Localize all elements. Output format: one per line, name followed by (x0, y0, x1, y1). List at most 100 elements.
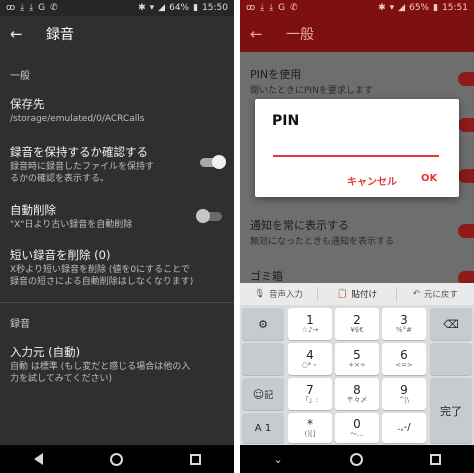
undo-icon: ↶ (412, 289, 420, 299)
nav-home-icon[interactable] (109, 452, 123, 466)
pref-summary: 開いたときにPINを要求します (250, 86, 373, 96)
pref-summary: /storage/emulated/0/ACRCalls (10, 114, 145, 124)
clipboard-icon: 📋 (336, 289, 348, 299)
download-icon: ⤓ (269, 3, 274, 13)
key-8[interactable]: 8 〒々〆 (335, 378, 379, 410)
battery-icon: ▮ (193, 3, 199, 13)
voicemail-icon: ꝏ (6, 3, 16, 13)
key-0[interactable]: 0 〜… (335, 413, 379, 443)
clock: 15:51 (442, 3, 468, 13)
section-header-recording: 録音 (10, 319, 30, 330)
confirm-keep-toggle[interactable] (200, 155, 226, 169)
auto-delete-toggle[interactable] (196, 209, 222, 223)
pref-summary: 自動 は標準 (もし変だと感じる場合は他の入 力を試してみてください) (10, 362, 191, 384)
keyboard-toolbar: 🎙 音声入力 📋 貼付け ↶ 元に戻す (240, 283, 474, 305)
voicemail-icon: ꝏ (246, 3, 256, 13)
pref-use-pin[interactable]: PINを使用 開いたときにPINを要求します (250, 66, 373, 96)
pref-input-source[interactable]: 入力元 (自動) 自動 は標準 (もし変だと感じる場合は他の入 力を試してみてくだ… (0, 344, 234, 385)
mic-icon: 🎙 (254, 289, 266, 299)
pref-summary: 無効になったときも通知を表示する (250, 237, 395, 247)
app-bar: ← 録音 (0, 16, 234, 52)
key-star[interactable]: *()[] (288, 413, 332, 443)
battery-percent: 64% (169, 3, 190, 13)
key-5[interactable]: 5 +×÷ (335, 343, 379, 375)
pref-trash[interactable]: ゴミ箱 (250, 268, 283, 284)
left-screen: ꝏ ⤓ ⤓ G ✆ ✱ ▾ ◢ 64% ▮ 15:50 ← 録音 一般 保存先 … (0, 0, 234, 473)
section-header-general: 一般 (10, 71, 30, 82)
page-title: 一般 (286, 27, 314, 43)
nav-recents-icon[interactable] (189, 453, 201, 465)
mode-switch-key[interactable]: A 1 (242, 413, 284, 443)
back-arrow-icon[interactable]: ← (250, 25, 274, 43)
pref-title: 入力元 (自動) (10, 345, 81, 359)
nav-recents-icon[interactable] (429, 453, 441, 465)
pref-title: ゴミ箱 (250, 270, 283, 283)
back-arrow-icon[interactable]: ← (10, 25, 34, 43)
toggle[interactable] (458, 118, 474, 132)
status-bar: ꝏ ⤓ ⤓ G ✆ ✱ ▾ ◢ 65% ▮ 15:51 (240, 0, 474, 16)
key-punctuation[interactable]: .,-/ (382, 413, 426, 443)
cancel-button[interactable]: キャンセル (347, 173, 397, 188)
done-key[interactable]: 完了 (430, 378, 472, 443)
pin-dialog: PIN キャンセル OK (255, 99, 459, 197)
pref-auto-delete[interactable]: 自動削除 "X"日より古い録音を自動削除 (0, 202, 234, 231)
key-3[interactable]: 3 %°# (382, 308, 426, 340)
phone-icon: ✆ (290, 3, 298, 13)
ok-button[interactable]: OK (421, 173, 437, 184)
pref-title: 短い録音を削除 (0) (10, 248, 111, 262)
wifi-icon: ▾ (149, 3, 155, 13)
pref-title: PINを使用 (250, 68, 302, 81)
notify-toggle[interactable] (458, 224, 474, 238)
signal-icon: ◢ (158, 3, 166, 13)
paste-button[interactable]: 📋 貼付け (318, 288, 395, 300)
key-2[interactable]: 2 ¥$€ (335, 308, 379, 340)
pin-toggle[interactable] (458, 72, 474, 86)
hide-keyboard-icon[interactable]: ⌄ (273, 453, 282, 466)
battery-percent: 65% (409, 3, 430, 13)
signal-icon: ◢ (398, 3, 406, 13)
[interactable] (242, 343, 284, 375)
key-9[interactable]: 9 ^|\ (382, 378, 426, 410)
numeric-keyboard: ⚙ ☺記 A 1 1 ☆♪→ 2 ¥$€ 3 %°# 4 ○*・ 5 +×÷ 6 <=> 7… (240, 305, 474, 445)
dialog-title: PIN (272, 113, 300, 129)
emoji-key[interactable]: ☺記 (242, 378, 284, 410)
key-6[interactable]: 6 <=> (382, 343, 426, 375)
battery-icon: ▮ (433, 3, 439, 13)
gear-icon: ⚙ (258, 317, 268, 331)
undo-button[interactable]: ↶ 元に戻す (397, 288, 474, 300)
nav-bar: ⌄ (240, 445, 474, 473)
key-4[interactable]: 4 ○*・ (288, 343, 332, 375)
download-icon: ⤓ (260, 3, 265, 13)
pref-title: 保存先 (10, 97, 45, 111)
pref-confirm-keep[interactable]: 録音を保持するか確認する 録音時に録音したファイルを保持す るかの確認を表示する。 (0, 144, 234, 185)
[interactable] (430, 343, 472, 375)
backspace-key[interactable]: ⌫ (430, 308, 472, 340)
voice-input-button[interactable]: 🎙 音声入力 (240, 288, 317, 300)
right-screen: ꝏ ⤓ ⤓ G ✆ ✱ ▾ ◢ 65% ▮ 15:51 ← 一般 PINを使用 … (240, 0, 474, 473)
pref-summary: "X"日より古い録音を自動削除 (10, 220, 133, 230)
status-bar: ꝏ ⤓ ⤓ G ✆ ✱ ▾ ◢ 64% ▮ 15:50 (0, 0, 234, 16)
nav-bar (0, 445, 234, 473)
divider (0, 302, 234, 303)
toggle[interactable] (458, 169, 474, 183)
download-icon: ⤓ (20, 3, 25, 13)
bluetooth-icon: ✱ (378, 3, 386, 13)
google-icon: G (278, 3, 286, 13)
wifi-icon: ▾ (389, 3, 395, 13)
download-icon: ⤓ (29, 3, 34, 13)
key-1[interactable]: 1 ☆♪→ (288, 308, 332, 340)
pref-delete-short[interactable]: 短い録音を削除 (0) X秒より短い録音を削除 (値を0にすることで 録音の短さに… (0, 247, 234, 288)
backspace-icon: ⌫ (443, 317, 459, 331)
bluetooth-icon: ✱ (138, 3, 146, 13)
key-7[interactable]: 7 「」: (288, 378, 332, 410)
nav-back-icon[interactable] (33, 453, 43, 465)
pref-save-destination[interactable]: 保存先 /storage/emulated/0/ACRCalls (0, 96, 234, 125)
pref-summary: 録音時に録音したファイルを保持す るかの確認を表示する。 (10, 162, 155, 184)
smiley-icon: ☺記 (252, 387, 274, 401)
pref-always-notify[interactable]: 通知を常に表示する 無効になったときも通知を表示する (250, 217, 394, 247)
nav-home-icon[interactable] (349, 452, 363, 466)
page-title: 録音 (46, 27, 74, 43)
pin-input[interactable] (273, 155, 439, 157)
pref-title: 自動削除 (10, 203, 56, 217)
settings-key[interactable]: ⚙ (242, 308, 284, 340)
